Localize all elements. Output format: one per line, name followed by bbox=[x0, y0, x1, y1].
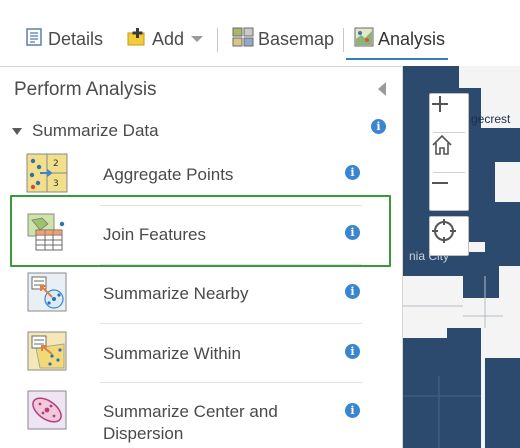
tool-label: Join Features bbox=[103, 225, 206, 244]
home-button[interactable] bbox=[430, 133, 468, 171]
tool-label: Summarize Within bbox=[103, 344, 241, 363]
basemap-button[interactable]: Basemap bbox=[232, 24, 334, 54]
zoom-in-button[interactable] bbox=[430, 94, 468, 132]
svg-text:3: 3 bbox=[53, 179, 59, 189]
tool-summarize-within[interactable]: Summarize Within bbox=[14, 324, 364, 382]
minus-icon bbox=[432, 182, 448, 184]
home-icon bbox=[432, 134, 452, 155]
tool-join-features[interactable]: Join Features bbox=[14, 206, 364, 264]
tool-summarize-nearby[interactable]: Summarize Nearby bbox=[14, 265, 364, 323]
analysis-icon bbox=[354, 27, 374, 52]
info-icon[interactable]: i bbox=[345, 225, 360, 240]
info-icon[interactable]: i bbox=[371, 119, 386, 134]
details-button[interactable]: Details bbox=[24, 24, 103, 54]
map-view[interactable]: gecrest nia City bbox=[402, 66, 520, 448]
chevron-down-icon bbox=[191, 36, 204, 42]
summarize-within-icon bbox=[26, 330, 68, 372]
basemap-icon bbox=[232, 27, 254, 52]
panel-title: Perform Analysis bbox=[14, 79, 157, 100]
locate-button[interactable] bbox=[429, 216, 469, 256]
analysis-button[interactable]: Analysis bbox=[354, 24, 445, 54]
info-icon[interactable]: i bbox=[345, 403, 360, 418]
section-summarize-data[interactable]: Summarize Data bbox=[12, 121, 159, 141]
toolbar: Details Add Basemap Analysis bbox=[0, 0, 520, 64]
tool-summarize-center-dispersion[interactable]: Summarize Center and Dispersion bbox=[14, 383, 364, 448]
zoom-out-button[interactable] bbox=[430, 173, 468, 211]
toolbar-divider bbox=[343, 28, 344, 52]
analysis-panel: Perform Analysis Summarize Data i 2 3 Ag… bbox=[0, 66, 402, 448]
locate-crosshair-icon bbox=[432, 219, 456, 243]
info-icon[interactable]: i bbox=[345, 284, 360, 299]
svg-text:2: 2 bbox=[53, 159, 59, 169]
map-label: gecrest bbox=[471, 112, 511, 126]
summarize-nearby-icon bbox=[26, 271, 68, 313]
expand-triangle-icon bbox=[12, 127, 22, 135]
analysis-label: Analysis bbox=[378, 28, 446, 49]
summarize-center-dispersion-icon bbox=[26, 389, 68, 431]
tool-aggregate-points[interactable]: 2 3 Aggregate Points bbox=[14, 147, 364, 205]
join-features-icon bbox=[26, 212, 68, 254]
collapse-panel-icon[interactable] bbox=[378, 82, 386, 96]
plus-icon bbox=[432, 96, 448, 112]
add-button[interactable]: Add bbox=[126, 24, 204, 54]
info-icon[interactable]: i bbox=[345, 165, 360, 180]
section-label: Summarize Data bbox=[32, 121, 159, 140]
tool-label: Summarize Center and bbox=[103, 402, 278, 421]
toolbar-divider bbox=[217, 28, 218, 52]
tool-label-line2: Dispersion bbox=[103, 424, 184, 443]
aggregate-points-icon: 2 3 bbox=[26, 153, 68, 195]
details-label: Details bbox=[48, 28, 104, 49]
tool-label: Aggregate Points bbox=[103, 165, 234, 184]
add-icon bbox=[126, 27, 148, 52]
zoom-controls bbox=[429, 93, 469, 211]
tool-label: Summarize Nearby bbox=[103, 284, 249, 303]
add-label: Add bbox=[152, 28, 185, 49]
active-tab-indicator bbox=[346, 58, 448, 60]
basemap-label: Basemap bbox=[258, 28, 335, 49]
details-icon bbox=[24, 27, 44, 52]
info-icon[interactable]: i bbox=[345, 344, 360, 359]
